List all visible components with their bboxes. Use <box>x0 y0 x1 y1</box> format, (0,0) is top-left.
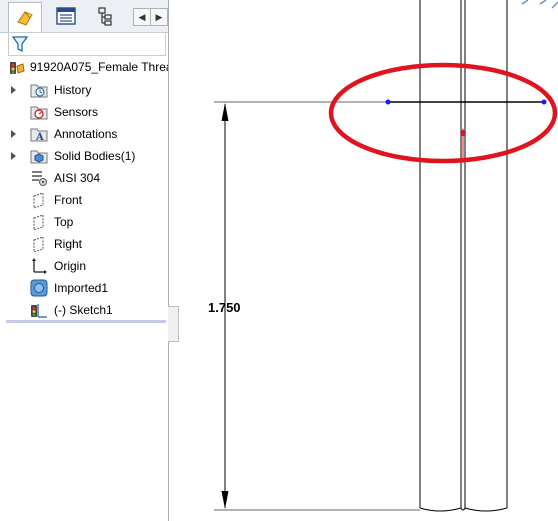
property-manager-tab[interactable] <box>50 3 82 29</box>
dimension-value[interactable]: 1.750 <box>208 300 241 315</box>
svg-text:A: A <box>35 132 44 143</box>
material-icon <box>32 171 47 186</box>
feature-tree-icon <box>17 11 33 26</box>
tree-item-label: Right <box>54 237 83 251</box>
dimension-arrow-bottom <box>221 491 229 509</box>
tree-item-imported1[interactable]: Imported1 <box>0 278 168 298</box>
tree-item-label: Sensors <box>54 105 99 119</box>
imported-body-icon <box>30 279 48 297</box>
chevron-left-icon: ◀ <box>138 11 146 22</box>
tree-filter-input[interactable] <box>8 32 166 56</box>
tree-item-label: Solid Bodies(1) <box>54 149 136 163</box>
feature-manager-panel: ◀ ▶ 91920A075_Female Threac History Sens… <box>0 0 169 521</box>
origin-icon <box>32 258 47 274</box>
highlight-ellipse <box>328 62 558 164</box>
history-folder-icon <box>30 84 48 98</box>
tree-item-annotations[interactable]: A Annotations <box>0 124 168 144</box>
configuration-icon <box>98 7 112 26</box>
tree-item-origin[interactable]: Origin <box>0 256 168 276</box>
configuration-manager-tab[interactable] <box>90 3 122 29</box>
expand-arrow-icon[interactable] <box>11 130 16 138</box>
tree-item-material[interactable]: AISI 304 <box>0 168 168 188</box>
tab-scroll-right-button[interactable]: ▶ <box>150 8 168 26</box>
tree-item-right-plane[interactable]: Right <box>0 234 168 254</box>
property-list-icon <box>56 7 76 25</box>
tree-item-label: Top <box>54 215 74 229</box>
expand-arrow-icon[interactable] <box>11 152 16 160</box>
dimension-arrow-top <box>221 103 229 121</box>
tree-item-label: Annotations <box>54 127 118 141</box>
part-bottom-edge[interactable] <box>419 507 508 512</box>
tree-item-top-plane[interactable]: Top <box>0 212 168 232</box>
sketch-endpoint-left[interactable] <box>385 99 391 105</box>
tree-item-label: (-) Sketch1 <box>54 303 113 317</box>
tree-root-part[interactable]: 91920A075_Female Threac <box>0 58 168 78</box>
tab-scroll-left-button[interactable]: ◀ <box>133 8 151 26</box>
tree-item-label: Origin <box>54 259 87 273</box>
sketch-icon <box>31 304 47 318</box>
panel-tab-bar: ◀ ▶ <box>0 0 168 33</box>
tree-item-sensors[interactable]: Sensors <box>0 102 168 122</box>
tree-item-sketch1[interactable]: (-) Sketch1 <box>0 300 168 320</box>
solid-bodies-icon <box>30 150 48 164</box>
filter-icon <box>12 36 28 53</box>
part-name-label: 91920A075_Female Threac <box>30 60 168 74</box>
tree-item-history[interactable]: History <box>0 80 168 100</box>
feature-manager-tab[interactable] <box>8 2 42 33</box>
graphics-area[interactable] <box>170 0 558 521</box>
plane-icon <box>33 236 44 253</box>
sensors-icon <box>30 106 48 120</box>
expand-arrow-icon[interactable] <box>11 86 16 94</box>
chevron-right-icon: ▶ <box>155 11 163 22</box>
tree-item-label: Imported1 <box>54 281 109 295</box>
plane-icon <box>33 214 44 231</box>
sketch-endpoint-right[interactable] <box>541 99 547 105</box>
rollback-bar[interactable] <box>6 320 166 323</box>
tree-item-label: History <box>54 83 92 97</box>
part-icon <box>10 62 25 74</box>
tree-item-solid-bodies[interactable]: Solid Bodies(1) <box>0 146 168 166</box>
tree-item-label: AISI 304 <box>54 171 101 185</box>
plane-icon <box>33 192 44 209</box>
annotations-icon: A <box>30 128 48 143</box>
tree-item-front-plane[interactable]: Front <box>0 190 168 210</box>
view-orientation-icon[interactable] <box>521 0 558 9</box>
tree-item-label: Front <box>54 193 83 207</box>
